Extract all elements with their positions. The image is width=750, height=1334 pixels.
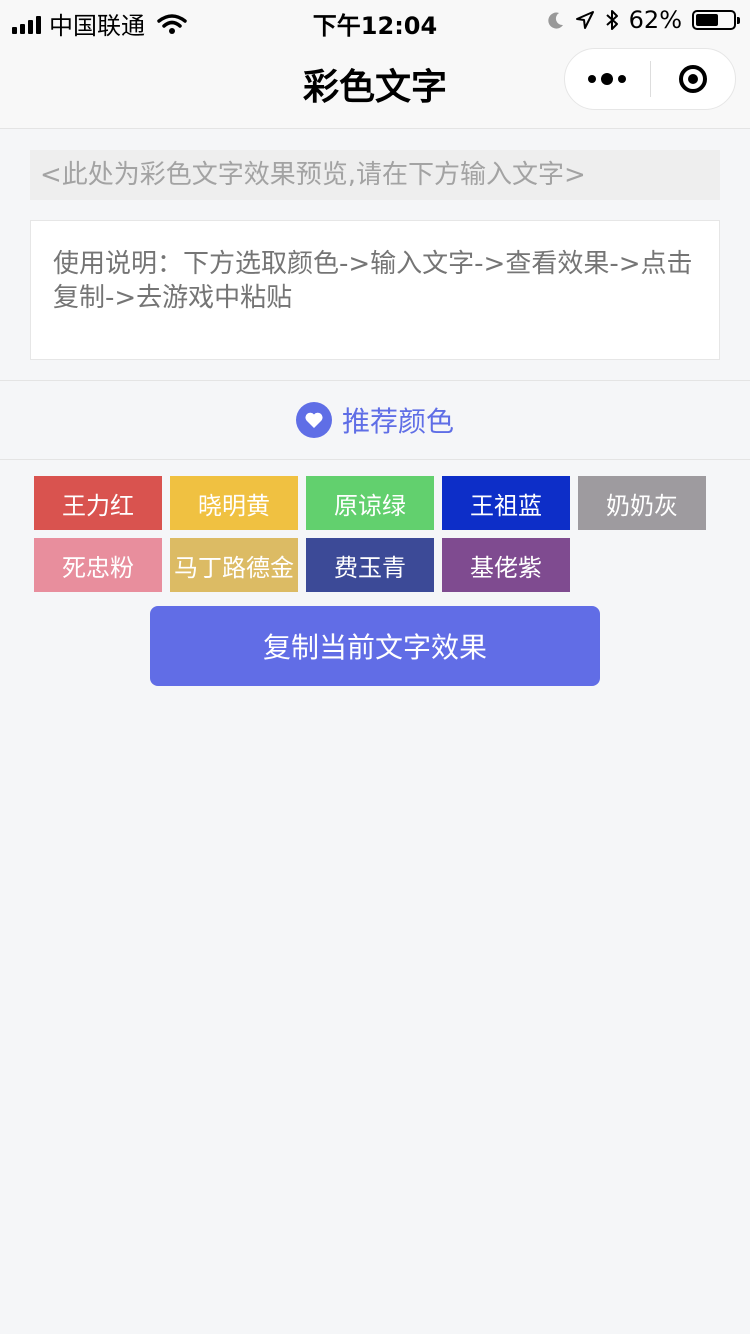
color-chip-jilaozi[interactable]: 基佬紫	[442, 538, 570, 592]
battery-percent: 62%	[628, 6, 682, 34]
status-right: 62%	[547, 6, 740, 34]
status-bar: 中国联通 下午12:04 62%	[0, 0, 750, 40]
close-button[interactable]	[651, 49, 736, 109]
color-chip-sizhongfen[interactable]: 死忠粉	[34, 538, 162, 592]
color-chip-wanglihong[interactable]: 王力红	[34, 476, 162, 530]
battery-icon	[692, 10, 740, 30]
location-icon	[575, 11, 594, 29]
color-chip-xiaominghuang[interactable]: 晓明黄	[170, 476, 298, 530]
bluetooth-icon	[605, 10, 618, 30]
recommended-colors-header: 推荐颜色	[0, 380, 750, 460]
more-button[interactable]	[565, 49, 650, 109]
more-icon	[588, 73, 627, 85]
moon-icon	[548, 12, 563, 29]
mini-program-capsule	[564, 48, 736, 110]
battery-level	[696, 14, 718, 26]
color-chip-yuanlianglv[interactable]: 原谅绿	[306, 476, 434, 530]
color-chip-madingludejin[interactable]: 马丁路德金	[170, 538, 298, 592]
color-chip-wangzulan[interactable]: 王祖蓝	[442, 476, 570, 530]
color-chip-feiyuqing[interactable]: 费玉青	[306, 538, 434, 592]
copy-effect-button[interactable]: 复制当前文字效果	[150, 606, 600, 686]
color-chip-nainaihui[interactable]: 奶奶灰	[578, 476, 706, 530]
text-input[interactable]	[30, 220, 720, 360]
heart-icon	[295, 402, 332, 438]
preview-text: <此处为彩色文字效果预览,请在下方输入文字>	[30, 150, 720, 200]
section-title: 推荐颜色	[341, 405, 454, 438]
nav-bar: 彩色文字	[0, 40, 750, 129]
close-target-icon	[678, 65, 707, 93]
